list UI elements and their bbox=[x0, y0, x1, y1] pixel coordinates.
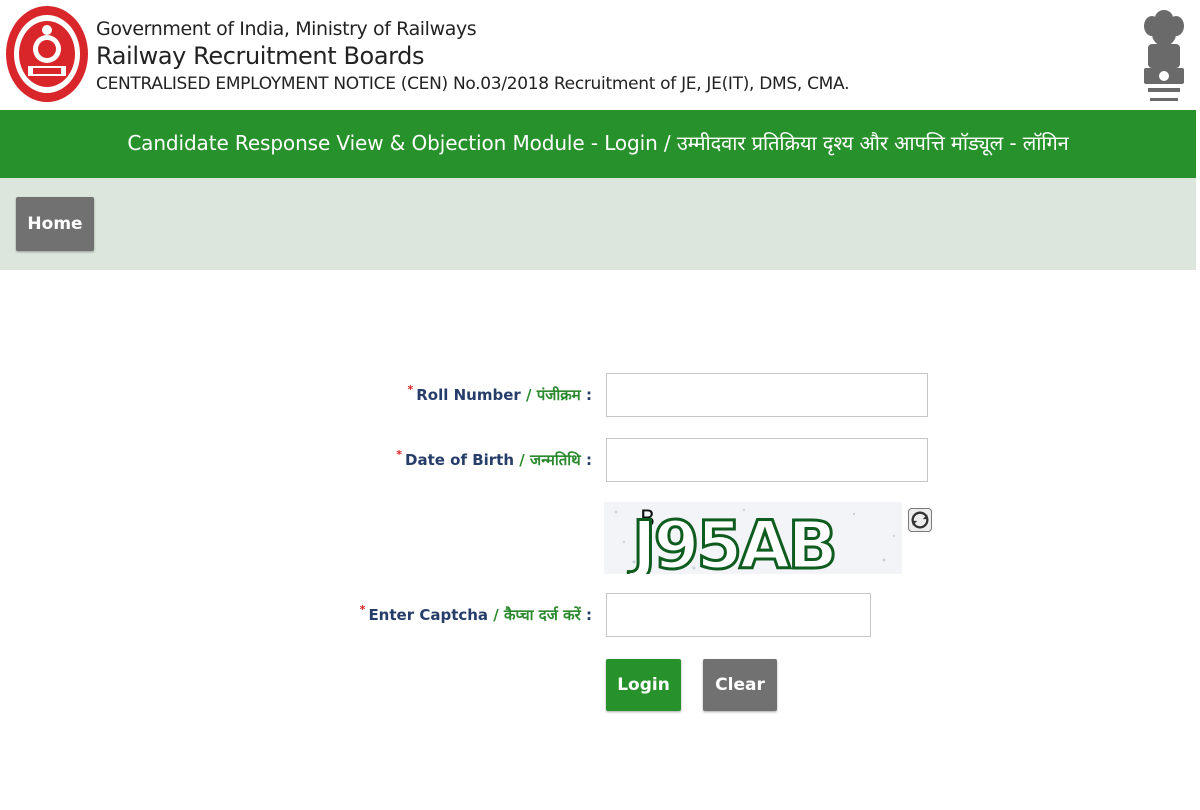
clear-button[interactable]: Clear bbox=[703, 659, 777, 711]
captcha-image: B J95AB bbox=[604, 502, 902, 574]
label-separator: / bbox=[519, 451, 525, 469]
roll-number-label-en: Roll Number bbox=[416, 386, 521, 404]
label-separator: / bbox=[526, 386, 532, 404]
label-colon: : bbox=[586, 386, 592, 404]
module-title: Candidate Response View & Objection Modu… bbox=[127, 131, 1069, 155]
captcha-label-hi: कैप्चा दर्ज करें bbox=[504, 606, 581, 624]
home-button[interactable]: Home bbox=[16, 197, 94, 251]
national-emblem-icon bbox=[1144, 10, 1184, 101]
dob-label-hi: जन्मतिथि bbox=[529, 451, 581, 469]
captcha-input[interactable] bbox=[606, 593, 871, 637]
captcha-label-en: Enter Captcha bbox=[368, 606, 489, 624]
site-header: Government of India, Ministry of Railway… bbox=[0, 0, 1200, 110]
roll-number-label-hi: पंजीक्रम bbox=[536, 386, 581, 404]
header-text: Government of India, Ministry of Railway… bbox=[96, 17, 849, 97]
notice-title: CENTRALISED EMPLOYMENT NOTICE (CEN) No.0… bbox=[96, 74, 850, 94]
login-button[interactable]: Login bbox=[606, 659, 681, 711]
dob-label: * Date of Birth / जन्मतिथि : bbox=[396, 448, 592, 470]
module-title-bar: Candidate Response View & Objection Modu… bbox=[0, 110, 1196, 178]
refresh-icon[interactable] bbox=[908, 508, 932, 532]
captcha-code-text: J95AB bbox=[628, 507, 835, 574]
dob-input[interactable] bbox=[606, 438, 928, 482]
roll-number-label: * Roll Number / पंजीक्रम : bbox=[407, 383, 592, 405]
board-name: Railway Recruitment Boards bbox=[96, 42, 425, 70]
roll-number-input[interactable] bbox=[606, 373, 928, 417]
label-colon: : bbox=[586, 451, 592, 469]
required-mark: * bbox=[407, 383, 414, 396]
dob-label-en: Date of Birth bbox=[405, 451, 515, 469]
required-mark: * bbox=[396, 448, 403, 461]
captcha-label: * Enter Captcha / कैप्चा दर्ज करें : bbox=[359, 603, 592, 625]
required-mark: * bbox=[359, 603, 366, 616]
indian-railways-logo-icon bbox=[6, 6, 88, 102]
ministry-name: Government of India, Ministry of Railway… bbox=[96, 18, 477, 40]
nav-bar bbox=[0, 178, 1196, 270]
label-separator: / bbox=[493, 606, 499, 624]
label-colon: : bbox=[586, 606, 592, 624]
